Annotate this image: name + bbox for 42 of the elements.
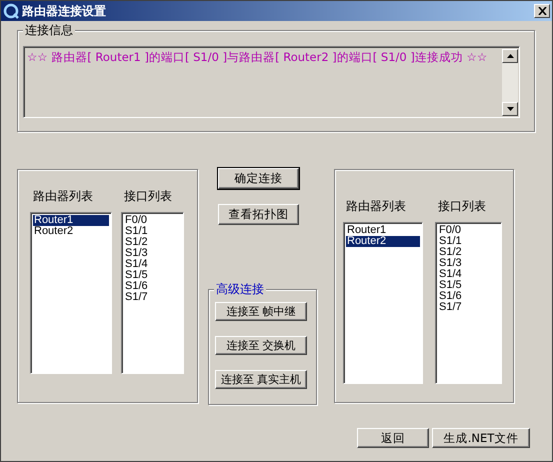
- connect-button[interactable]: 连接至 帧中继: [215, 302, 307, 321]
- list-item[interactable]: S1/3: [438, 258, 499, 269]
- dialog-button[interactable]: 生成.NET文件: [432, 428, 530, 448]
- list-label: 路由器列表: [346, 198, 407, 212]
- list-label: 路由器列表: [33, 188, 94, 202]
- list-item[interactable]: S1/5: [124, 270, 181, 281]
- dialog-button[interactable]: 确定连接: [218, 168, 299, 189]
- close-button[interactable]: [534, 4, 550, 18]
- list-item[interactable]: S1/6: [438, 291, 499, 302]
- dialog-button[interactable]: 返回: [357, 428, 429, 448]
- group-label: 连接信息: [23, 23, 75, 37]
- list-item[interactable]: S1/7: [438, 302, 499, 313]
- dialog-button[interactable]: 查看拓扑图: [218, 204, 299, 225]
- list-item[interactable]: S1/6: [124, 281, 181, 292]
- list-item[interactable]: Router1: [33, 215, 109, 226]
- scroll-up-button[interactable]: [502, 49, 518, 63]
- message-text: ☆☆ 路由器[ Router1 ]的端口[ S1/0 ]与路由器[ Router2 ]的端口[ S1/0 ]连接成功 ☆☆: [26, 49, 488, 66]
- list-item[interactable]: F0/0: [124, 215, 181, 226]
- down-arrow-icon: [506, 107, 514, 111]
- list-item[interactable]: S1/4: [124, 259, 181, 270]
- list-item[interactable]: Router2: [33, 226, 109, 237]
- up-arrow-icon: [506, 54, 514, 58]
- connect-button[interactable]: 连接至 真实主机: [215, 370, 307, 389]
- list-item[interactable]: S1/2: [124, 237, 181, 248]
- list-item[interactable]: Router2: [346, 236, 420, 247]
- app-icon: [3, 3, 19, 19]
- list-item[interactable]: S1/2: [438, 247, 499, 258]
- list-item[interactable]: S1/3: [124, 248, 181, 259]
- close-icon: [538, 7, 546, 15]
- list-label: 接口列表: [124, 188, 173, 202]
- list-item[interactable]: S1/4: [438, 269, 499, 280]
- connect-button[interactable]: 连接至 交换机: [215, 336, 307, 355]
- list-item[interactable]: S1/1: [124, 226, 181, 237]
- list-label: 接口列表: [438, 198, 487, 212]
- scroll-down-button[interactable]: [502, 102, 518, 116]
- list-item[interactable]: Router1: [346, 225, 420, 236]
- list-item[interactable]: S1/1: [438, 236, 499, 247]
- list-item[interactable]: S1/7: [124, 292, 181, 303]
- list-item[interactable]: S1/5: [438, 280, 499, 291]
- window-title: 路由器连接设置: [22, 2, 107, 20]
- list-item[interactable]: F0/0: [438, 225, 499, 236]
- group-label: 高级连接: [214, 282, 266, 296]
